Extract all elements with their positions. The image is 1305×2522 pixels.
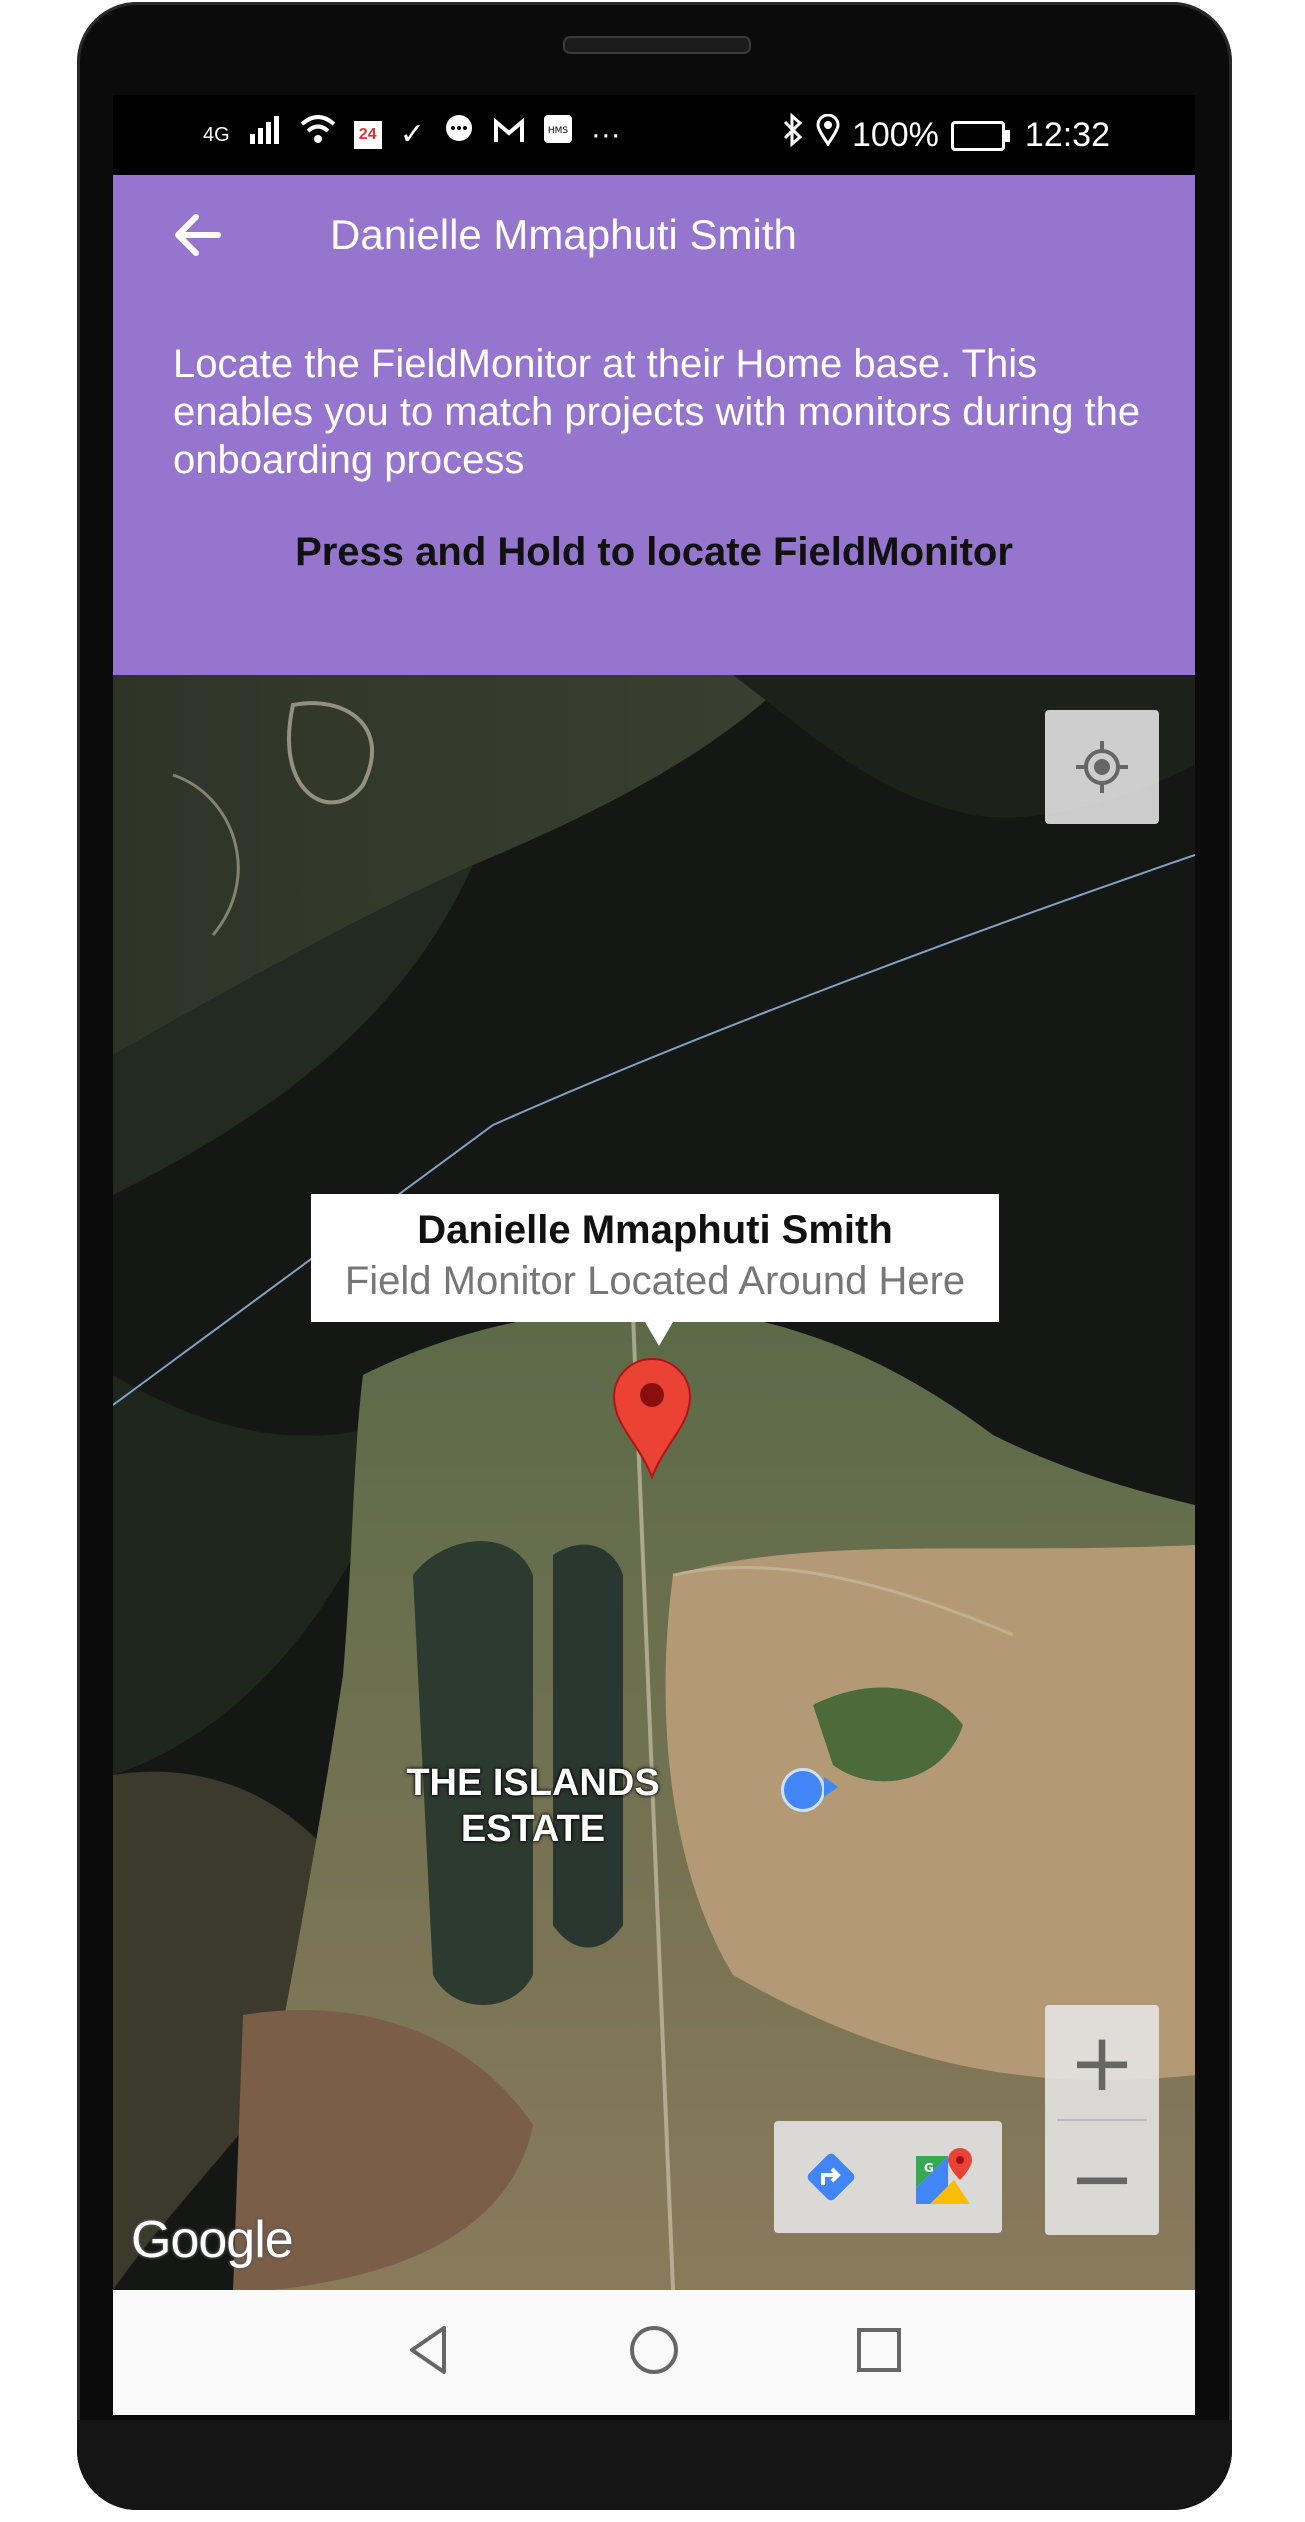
current-location-dot — [781, 1768, 825, 1812]
directions-icon — [807, 2153, 855, 2201]
back-arrow-icon[interactable] — [168, 205, 228, 265]
phone-bottom-bezel — [77, 2420, 1232, 2510]
svg-text:HMS: HMS — [548, 126, 569, 136]
zoom-in-button[interactable]: + — [1045, 2005, 1159, 2119]
map-view[interactable]: Danielle Mmaphuti Smith Field Monitor Lo… — [113, 675, 1195, 2290]
check-icon: ✓ — [399, 117, 425, 151]
bluetooth-icon — [782, 112, 804, 158]
map-place-label: THE ISLANDS ESTATE — [406, 1762, 660, 1850]
svg-text:G: G — [924, 2161, 934, 2175]
home-circle-icon[interactable] — [624, 2320, 684, 2380]
current-location-heading-icon — [824, 1777, 838, 1797]
my-location-icon — [1076, 741, 1128, 793]
page-description: Locate the FieldMonitor at their Home ba… — [173, 342, 1141, 482]
page-title: Danielle Mmaphuti Smith — [330, 211, 797, 258]
battery-icon — [950, 120, 1010, 151]
network-type: 4G — [203, 123, 230, 146]
wifi-icon — [300, 114, 336, 155]
map-toolbar: G — [774, 2121, 1002, 2233]
clock: 12:32 — [1024, 116, 1110, 154]
app-header: Danielle Mmaphuti Smith Locate the Field… — [113, 175, 1195, 675]
zoom-out-button[interactable]: − — [1045, 2121, 1159, 2235]
google-maps-icon: G — [916, 2148, 972, 2204]
status-bar-left: 4G 24 ✓ HMS ··· — [203, 113, 621, 156]
chat-icon — [443, 113, 475, 156]
more-icon: ··· — [590, 117, 621, 151]
system-nav-bar — [113, 2290, 1195, 2415]
status-bar-right: 100% 12:32 — [782, 112, 1110, 158]
status-bar: 4G 24 ✓ HMS ··· 100% 12:32 — [113, 95, 1195, 175]
info-window-title: Danielle Mmaphuti Smith — [417, 1208, 893, 1252]
zoom-controls: + − — [1045, 2005, 1159, 2235]
google-attribution: Google — [131, 2211, 294, 2269]
info-window-snippet: Field Monitor Located Around Here — [344, 1259, 966, 1303]
phone-speaker — [563, 36, 751, 54]
phone-screen: 4G 24 ✓ HMS ··· 100% 12:32 Danielle Mmap… — [113, 95, 1195, 2415]
battery-percent: 100% — [851, 116, 939, 154]
news-icon: 24 — [353, 120, 382, 149]
signal-icon — [248, 114, 282, 155]
satellite-imagery — [113, 675, 1195, 2290]
instruction-text: Press and Hold to locate FieldMonitor — [295, 530, 1013, 574]
my-location-button[interactable] — [1045, 710, 1159, 824]
directions-button[interactable] — [774, 2121, 888, 2233]
recents-square-icon[interactable] — [849, 2320, 909, 2380]
marker-info-window[interactable]: Danielle Mmaphuti Smith Field Monitor Lo… — [311, 1194, 999, 1346]
location-icon — [816, 113, 840, 157]
open-in-maps-button[interactable]: G — [888, 2121, 1002, 2233]
map-marker-icon[interactable] — [610, 1355, 694, 1479]
hms-icon: HMS — [543, 114, 573, 155]
back-triangle-icon[interactable] — [398, 2320, 458, 2380]
gmail-icon — [493, 115, 525, 155]
